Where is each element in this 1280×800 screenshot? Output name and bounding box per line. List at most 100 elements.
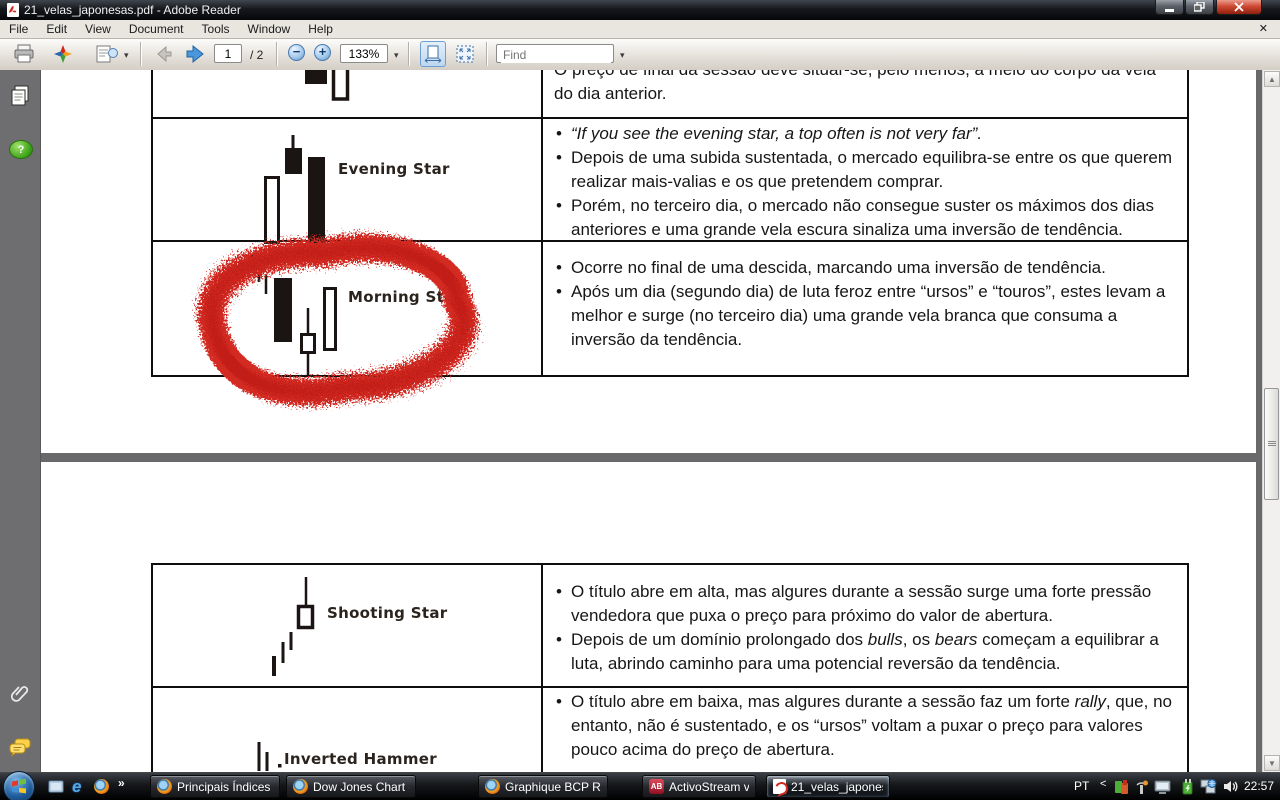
zoom-in-button[interactable]: + [314, 44, 331, 61]
menu-file[interactable]: File [0, 20, 37, 38]
find-input[interactable] [501, 46, 611, 63]
start-button[interactable] [3, 771, 35, 800]
menu-tools[interactable]: Tools [193, 20, 239, 38]
tray-activity-icon[interactable] [1114, 779, 1130, 795]
taskbar-button-graphique-bcp[interactable]: Graphique BCP R, c... [478, 775, 608, 798]
table-border [1187, 563, 1189, 772]
toolbar: ▾ / 2 − + 133% ▾ [0, 39, 1280, 71]
share-caret-icon[interactable]: ▾ [124, 50, 129, 61]
tray-volume-icon[interactable] [1222, 778, 1239, 795]
bullet-icon: • [556, 196, 562, 215]
toolbar-separator [140, 42, 142, 66]
tray-wireless-icon[interactable] [1134, 779, 1150, 795]
print-button[interactable] [10, 42, 38, 66]
pages-panel-icon[interactable] [8, 84, 32, 108]
menu-view[interactable]: View [76, 20, 120, 38]
zoom-out-button[interactable]: − [288, 44, 305, 61]
scrollbar-thumb[interactable] [1264, 388, 1279, 500]
zoom-level-value[interactable]: 133% [340, 44, 388, 63]
morning-star-text: • Ocorre no final de uma descida, marcand… [556, 258, 1166, 349]
bullet-icon: • [556, 148, 562, 167]
firefox-icon[interactable] [94, 779, 109, 794]
comments-panel-icon[interactable] [8, 736, 32, 758]
page-number-input[interactable] [214, 44, 242, 63]
page-total-label: / 2 [250, 48, 264, 62]
table-border [151, 686, 1189, 688]
menu-document[interactable]: Document [120, 20, 193, 38]
tray-network-icon[interactable] [1200, 778, 1217, 795]
table-border [151, 117, 1189, 119]
bullet-icon: • [556, 582, 562, 601]
taskbar-button-velas-japonesas[interactable]: 21_velas_japonesas.... [766, 775, 890, 798]
shooting-star-text: • O título abre em alta, mas algures dura… [556, 582, 1159, 673]
scrolling-mode-button[interactable] [420, 41, 446, 67]
clipped-row-text: O preço de final da sessão deve situar-s… [554, 70, 1156, 103]
navigation-pane: ? [0, 70, 41, 772]
adobe-pdf-icon [7, 3, 19, 17]
tray-display-icon[interactable] [1154, 779, 1171, 795]
menu-edit[interactable]: Edit [37, 20, 76, 38]
pdf-page-2: Shooting Star • O título abre em alta, ma… [41, 462, 1256, 772]
acrobat-collaborate-icon[interactable] [50, 42, 76, 66]
menu-help[interactable]: Help [299, 20, 342, 38]
pdf-page-1: O preço de final da sessão deve situar-s… [41, 70, 1256, 453]
bullet-icon: • [556, 692, 562, 711]
page-gap [41, 453, 1256, 462]
zoom-caret-icon[interactable]: ▾ [394, 50, 399, 61]
quick-launch-overflow-chevron[interactable]: » [118, 776, 125, 790]
previous-page-button[interactable] [152, 43, 176, 65]
minimize-button[interactable] [1155, 0, 1184, 15]
bullet-icon: • [556, 282, 562, 301]
language-indicator[interactable]: PT [1074, 779, 1089, 793]
attachments-panel-icon[interactable] [8, 682, 32, 706]
how-to-help-icon[interactable]: ? [9, 140, 33, 159]
tray-power-icon[interactable] [1180, 778, 1196, 795]
tray-expand-chevron[interactable]: < [1100, 778, 1106, 790]
taskbar-button-dow-jones[interactable]: Dow Jones Chart - L... [286, 775, 416, 798]
close-button[interactable] [1216, 0, 1262, 15]
find-box [496, 44, 614, 63]
evening-star-label: Evening Star [338, 160, 450, 178]
red-scribble-annotation [197, 233, 478, 406]
firefox-icon [157, 779, 172, 794]
scroll-down-button[interactable]: ▼ [1264, 755, 1280, 771]
toolbar-separator [486, 42, 488, 66]
scroll-up-button[interactable]: ▲ [1264, 71, 1280, 87]
window-title: 21_velas_japonesas.pdf - Adobe Reader [24, 3, 241, 17]
bullet-icon: • [556, 258, 562, 277]
internet-explorer-icon[interactable]: e [72, 777, 81, 797]
toolbar-close-icon[interactable]: ✕ [1259, 22, 1268, 35]
table-border [151, 563, 153, 772]
inverted-hammer-text: • O título abre em baixa, mas algures dur… [556, 692, 1172, 759]
bullet-icon: • [556, 630, 562, 649]
table-border [541, 70, 543, 375]
toolbar-separator [276, 42, 278, 66]
taskbar: e » Principais Índices M... Dow Jones Ch… [0, 771, 1280, 800]
toolbar-separator [408, 42, 410, 66]
show-desktop-icon[interactable] [48, 780, 64, 793]
clipped-candlestick-figure [305, 70, 350, 101]
clock[interactable]: 22:57 [1244, 779, 1274, 793]
taskbar-button-principais-indices[interactable]: Principais Índices M... [150, 775, 280, 798]
title-bar: 21_velas_japonesas.pdf - Adobe Reader [0, 0, 1280, 20]
evening-star-text: • “If you see the evening star, a top oft… [556, 124, 1173, 239]
next-page-button[interactable] [182, 42, 208, 66]
fit-page-button[interactable] [452, 41, 478, 67]
firefox-icon [485, 779, 500, 794]
email-share-button[interactable] [92, 42, 122, 66]
restore-button[interactable] [1185, 0, 1214, 15]
menu-window[interactable]: Window [239, 20, 300, 38]
find-caret-icon[interactable]: ▾ [620, 50, 625, 61]
firefox-icon [293, 779, 308, 794]
bullet-icon: • [556, 124, 562, 143]
taskbar-button-activostream[interactable]: AB ActivoStream v4.14 [642, 775, 756, 798]
vertical-scrollbar[interactable]: ▲ ▼ [1262, 70, 1280, 772]
adobe-pdf-icon [773, 779, 786, 794]
menu-bar: File Edit View Document Tools Window Hel… [0, 20, 1280, 39]
table-border [151, 70, 153, 375]
table-border [541, 563, 543, 772]
activostream-icon: AB [649, 779, 664, 794]
inverted-hammer-label: Inverted Hammer [284, 750, 437, 768]
shooting-star-label: Shooting Star [327, 604, 448, 622]
desktop: 21_velas_japonesas.pdf - Adobe Reader Fi… [0, 0, 1280, 800]
